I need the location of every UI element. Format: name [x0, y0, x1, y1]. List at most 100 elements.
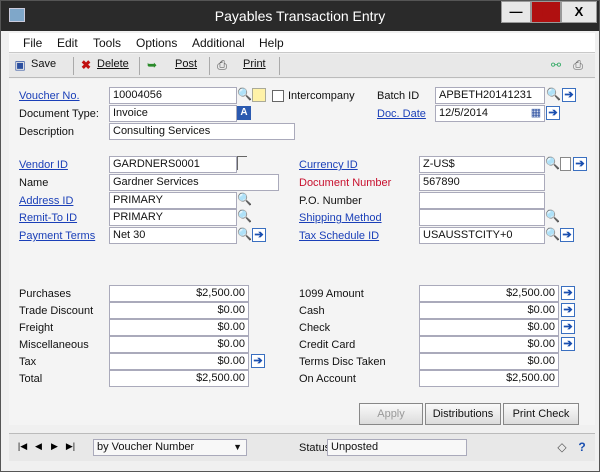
amount-1099-label: 1099 Amount: [299, 288, 364, 300]
credit-card-field[interactable]: $0.00: [419, 336, 559, 353]
delete-button[interactable]: Delete: [97, 58, 129, 70]
toolbar-separator: [279, 57, 280, 75]
link-icon[interactable]: ⚯: [549, 58, 563, 72]
vendor-id-label[interactable]: Vendor ID: [19, 157, 68, 173]
print-icon: ⎙: [217, 58, 227, 72]
terms-lookup-icon[interactable]: 🔍: [237, 228, 252, 242]
tax-label: Tax: [19, 356, 37, 368]
cash-label: Cash: [299, 305, 325, 317]
maximize-button[interactable]: □: [531, 1, 561, 23]
currency-id-field[interactable]: Z-US$: [419, 156, 545, 173]
document-number-field[interactable]: 567890: [419, 174, 545, 191]
tax-schedule-id-label[interactable]: Tax Schedule ID: [299, 228, 379, 244]
vendor-lookup-icon[interactable]: [237, 156, 247, 170]
next-record-icon[interactable]: ▶: [47, 439, 62, 454]
previous-record-icon[interactable]: ◀: [31, 439, 46, 454]
address-lookup-icon[interactable]: 🔍: [237, 193, 252, 207]
check-expand-icon[interactable]: ➔: [561, 320, 575, 334]
shipping-lookup-icon[interactable]: 🔍: [545, 210, 560, 224]
check-label: Check: [299, 322, 331, 334]
tax-schedule-lookup-icon[interactable]: 🔍: [545, 228, 560, 242]
total-field: $2,500.00: [109, 370, 249, 387]
address-id-field[interactable]: PRIMARY: [109, 192, 237, 209]
document-type-field[interactable]: Invoice: [109, 105, 237, 122]
shipping-method-label[interactable]: Shipping Method: [299, 210, 382, 226]
on-account-field: $2,500.00: [419, 370, 559, 387]
first-record-icon[interactable]: |◀: [15, 439, 30, 454]
description-field[interactable]: Consulting Services: [109, 123, 295, 140]
amount-1099-expand-icon[interactable]: ➔: [561, 286, 575, 300]
freight-field[interactable]: $0.00: [109, 319, 249, 336]
voucher-field[interactable]: 10004056: [109, 87, 237, 104]
menu-help[interactable]: Help: [259, 36, 284, 50]
terms-disc-taken-field[interactable]: $0.00: [419, 353, 559, 370]
cash-expand-icon[interactable]: ➔: [561, 303, 575, 317]
close-button[interactable]: X: [561, 1, 597, 23]
cash-field[interactable]: $0.00: [419, 302, 559, 319]
note-icon[interactable]: [252, 88, 266, 102]
terms-expand-icon[interactable]: ➔: [252, 228, 266, 242]
shipping-method-field[interactable]: [419, 209, 545, 226]
sort-by-select[interactable]: by Voucher Number ▼: [93, 439, 247, 456]
document-type-icon[interactable]: A: [237, 106, 251, 120]
batch-id-label: Batch ID: [377, 90, 420, 102]
intercompany-checkbox[interactable]: [272, 90, 284, 102]
voucher-lookup-icon[interactable]: 🔍: [237, 88, 252, 102]
check-field[interactable]: $0.00: [419, 319, 559, 336]
menu-bar: File Edit Tools Options Additional Help: [9, 33, 595, 53]
tax-field[interactable]: $0.00: [109, 353, 249, 370]
menu-file[interactable]: File: [23, 36, 42, 50]
print-button[interactable]: Print: [243, 58, 266, 70]
post-button[interactable]: Post: [175, 58, 197, 70]
remit-lookup-icon[interactable]: 🔍: [237, 210, 252, 224]
payment-terms-label[interactable]: Payment Terms: [19, 228, 95, 244]
tax-schedule-id-field[interactable]: USAUSSTCITY+0: [419, 227, 545, 244]
credit-card-expand-icon[interactable]: ➔: [561, 337, 575, 351]
chevron-down-icon: ▼: [233, 442, 242, 452]
purchases-field[interactable]: $2,500.00: [109, 285, 249, 302]
save-button[interactable]: Save: [31, 58, 56, 70]
remit-to-id-field[interactable]: PRIMARY: [109, 209, 237, 226]
voucher-label[interactable]: Voucher No.: [19, 88, 80, 104]
status-bar: |◀ ◀ ▶ ▶| by Voucher Number ▼ Status Unp…: [9, 433, 595, 461]
help-icon[interactable]: ?: [575, 441, 589, 455]
name-label: Name: [19, 177, 49, 189]
tax-expand-icon[interactable]: ➔: [251, 354, 265, 368]
distributions-button[interactable]: Distributions: [425, 403, 501, 425]
doc-date-label[interactable]: Doc. Date: [377, 106, 426, 122]
menu-tools[interactable]: Tools: [93, 36, 121, 50]
trade-discount-field[interactable]: $0.00: [109, 302, 249, 319]
printer-setup-icon[interactable]: ⎙: [571, 58, 585, 72]
currency-id-label[interactable]: Currency ID: [299, 157, 358, 173]
batch-id-field[interactable]: APBETH20141231: [435, 87, 545, 104]
remit-to-id-label[interactable]: Remit-To ID: [19, 210, 77, 226]
batch-expand-icon[interactable]: ➔: [562, 88, 576, 102]
menu-options[interactable]: Options: [136, 36, 177, 50]
note-icon[interactable]: ◇: [555, 441, 569, 455]
batch-lookup-icon[interactable]: 🔍: [546, 88, 561, 102]
delete-icon: ✖: [80, 58, 92, 72]
vendor-id-field[interactable]: GARDNERS0001: [109, 156, 237, 173]
menu-additional[interactable]: Additional: [192, 36, 245, 50]
document-number-label: Document Number: [299, 177, 392, 189]
name-field[interactable]: Gardner Services: [109, 174, 279, 191]
miscellaneous-label: Miscellaneous: [19, 339, 89, 351]
currency-expand-icon[interactable]: ➔: [573, 157, 587, 171]
menu-edit[interactable]: Edit: [57, 36, 78, 50]
payment-terms-field[interactable]: Net 30: [109, 227, 237, 244]
miscellaneous-field[interactable]: $0.00: [109, 336, 249, 353]
currency-note-icon[interactable]: [560, 157, 571, 171]
amount-1099-field[interactable]: $2,500.00: [419, 285, 559, 302]
print-check-button[interactable]: Print Check: [503, 403, 579, 425]
last-record-icon[interactable]: ▶|: [63, 439, 78, 454]
toolbar-separator: [139, 57, 140, 75]
currency-lookup-icon[interactable]: 🔍: [545, 157, 560, 171]
calendar-icon[interactable]: ▦: [529, 107, 543, 121]
apply-button[interactable]: Apply: [359, 403, 423, 425]
doc-date-expand-icon[interactable]: ➔: [546, 106, 560, 120]
minimize-button[interactable]: —: [501, 1, 531, 23]
tax-schedule-expand-icon[interactable]: ➔: [560, 228, 574, 242]
address-id-label[interactable]: Address ID: [19, 193, 73, 209]
purchases-label: Purchases: [19, 288, 71, 300]
po-number-field[interactable]: [419, 192, 545, 209]
